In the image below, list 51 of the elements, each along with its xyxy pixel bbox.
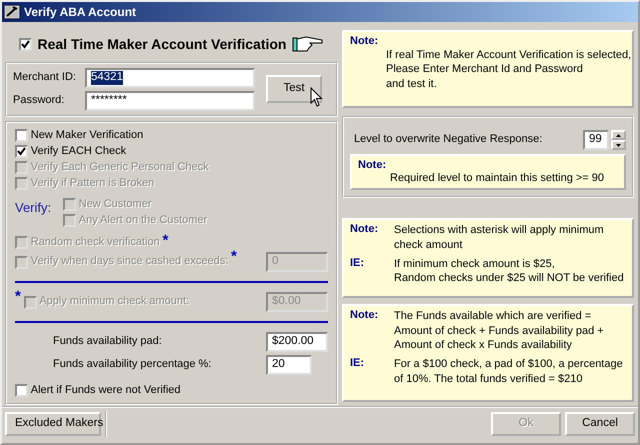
input-field[interactable]: 54321	[85, 68, 255, 88]
note-label: Note:	[350, 309, 380, 324]
dialog-button[interactable]: Cancel	[565, 412, 635, 436]
checkbox[interactable]	[15, 128, 28, 142]
checkbox-label: New Maker Verification	[30, 128, 144, 142]
checkbox-label: Verify if Pattern is Broken	[30, 177, 154, 190]
note-text: If real Time Maker Account Verification is selected, Please Enter Merchant Id and Password and test it.	[386, 48, 632, 92]
field-label: Merchant ID:	[13, 71, 77, 85]
checkbox-label: New Customer	[78, 198, 152, 211]
input-field[interactable]: $200.00	[266, 332, 328, 352]
note-label: IE:	[350, 357, 366, 372]
pointing-hand-icon	[292, 34, 324, 54]
checkbox[interactable]	[15, 145, 28, 158]
field-label: Level to overwrite Negative Response:	[354, 133, 542, 147]
checkbox-label: Verify when days since cashed exceeds:	[30, 255, 228, 269]
asterisk-icon: *	[15, 292, 21, 302]
checkbox-label: Verify Each Generic Personal Check	[30, 161, 209, 174]
note-label: Note:	[358, 159, 388, 172]
input-field[interactable]: ********	[85, 90, 255, 111]
note-text: For a $100 check, a pad of $100, a percentage of 10%. The total funds verified = $210	[394, 357, 623, 386]
field-label: Funds availability pad:	[53, 335, 162, 349]
note-label: IE:	[350, 256, 366, 271]
checkbox-label: Verify EACH Check	[30, 144, 126, 158]
checkbox-label: Any Alert on the Customer	[78, 214, 208, 227]
asterisk-icon: *	[231, 252, 237, 262]
caret-down-icon	[616, 144, 621, 146]
note-text: Required level to maintain this setting >= 90	[389, 172, 606, 186]
note-text: Selections with asterisk will apply minimum check amount	[394, 223, 604, 252]
note-label: Note:	[350, 223, 380, 238]
checkbox-label: Apply minimum check amount:	[39, 295, 190, 309]
spin-up-button[interactable]	[611, 130, 626, 140]
app-icon	[4, 5, 20, 19]
checkbox[interactable]	[19, 38, 32, 50]
group-label: Verify:	[15, 198, 52, 217]
note-label: Note:	[350, 35, 380, 48]
checkbox-label: Alert if Funds were not Verified	[30, 384, 181, 398]
cursor-icon	[310, 87, 323, 108]
section-title: Real Time Maker Account Verification	[38, 36, 286, 52]
checkbox[interactable]	[15, 384, 28, 398]
checkbox-label: Random check verification	[30, 236, 160, 250]
asterisk-icon: *	[162, 236, 168, 246]
field-label: Funds availability percentage %:	[53, 358, 212, 372]
spin-field[interactable]: 99	[583, 130, 609, 150]
window-title: Verify ABA Account	[24, 4, 136, 20]
dialog-button[interactable]: Excluded Makers	[5, 412, 101, 436]
field-label: Password:	[13, 94, 66, 108]
input-field[interactable]: 20	[266, 355, 312, 376]
spin-down-button[interactable]	[611, 140, 626, 150]
caret-up-icon	[616, 134, 621, 136]
note-text: The Funds available which are verified = Amount of check + Funds availability pad + Amount of check x Funds availability	[394, 309, 604, 352]
note-text: If minimum check amount is $25, Random checks under $25 will NOT be verified	[394, 256, 624, 286]
